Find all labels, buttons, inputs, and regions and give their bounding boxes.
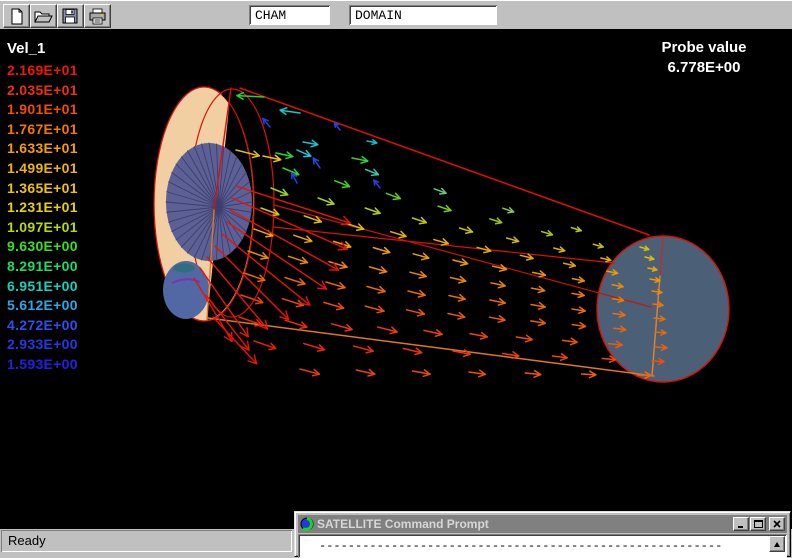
maximize-button[interactable] — [750, 517, 766, 531]
domain-field[interactable] — [349, 5, 497, 25]
toolbar — [0, 0, 792, 29]
new-document-button[interactable] — [3, 4, 30, 28]
printer-icon — [88, 8, 107, 25]
open-file-button[interactable] — [30, 4, 57, 28]
probe-value: 6.778E+00 — [638, 58, 770, 78]
color-legend: 2.169E+012.035E+011.901E+011.767E+011.63… — [7, 61, 78, 375]
window-title: SATELLITE Command Prompt — [317, 517, 732, 531]
legend-value: 4.272E+00 — [7, 316, 78, 336]
legend-value: 6.951E+00 — [7, 277, 78, 297]
satellite-command-prompt-window: SATELLITE Command Prompt ---------------… — [294, 511, 791, 557]
legend-value: 5.612E+00 — [7, 296, 78, 316]
legend-value: 1.593E+00 — [7, 355, 78, 375]
minimize-button[interactable] — [733, 517, 749, 531]
command-output: ----------------------------------------… — [298, 534, 787, 558]
legend-value: 1.767E+01 — [7, 120, 78, 140]
screen: { "toolbar": { "buttons": [ {"name": "ne… — [0, 0, 792, 554]
status-panel: Ready — [1, 530, 292, 552]
scene-svg — [0, 29, 792, 529]
close-button[interactable] — [769, 517, 785, 531]
legend-value: 1.231E+01 — [7, 198, 78, 218]
floppy-disk-icon — [62, 8, 79, 25]
probe-readout: Probe value 6.778E+00 — [638, 38, 770, 78]
legend-value: 9.630E+00 — [7, 237, 78, 257]
command-output-line: ----------------------------------------… — [319, 539, 722, 553]
print-button[interactable] — [84, 4, 111, 28]
legend-title: Vel_1 — [7, 40, 45, 57]
satellite-icon — [300, 517, 314, 531]
save-file-button[interactable] — [57, 4, 84, 28]
legend-value: 2.035E+01 — [7, 81, 78, 101]
open-folder-icon — [34, 8, 53, 25]
up-arrow-icon — [774, 542, 780, 547]
legend-value: 1.901E+01 — [7, 100, 78, 120]
cham-field[interactable] — [249, 5, 330, 25]
scroll-up-button[interactable] — [769, 536, 785, 552]
graphics-viewport[interactable]: Vel_1 2.169E+012.035E+011.901E+011.767E+… — [0, 29, 792, 529]
new-document-icon — [8, 8, 26, 25]
window-title-bar[interactable]: SATELLITE Command Prompt — [298, 515, 787, 533]
legend-value: 1.633E+01 — [7, 139, 78, 159]
legend-value: 1.499E+01 — [7, 159, 78, 179]
legend-value: 1.097E+01 — [7, 218, 78, 238]
legend-value: 2.933E+00 — [7, 335, 78, 355]
legend-value: 8.291E+00 — [7, 257, 78, 277]
legend-value: 2.169E+01 — [7, 61, 78, 81]
legend-value: 1.365E+01 — [7, 179, 78, 199]
status-text: Ready — [8, 533, 46, 548]
probe-label: Probe value — [638, 38, 770, 58]
